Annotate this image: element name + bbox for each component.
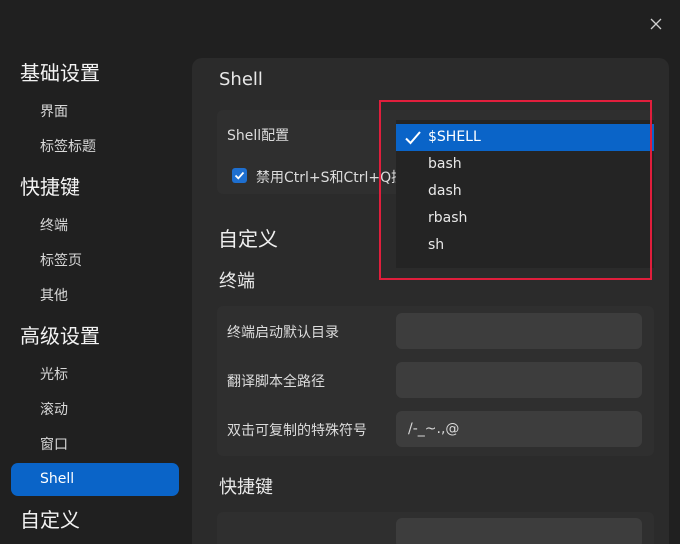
sidebar-group-custom: 自定义: [20, 508, 80, 532]
terminal-heading: 终端: [219, 271, 255, 292]
sidebar-item-terminal[interactable]: 终端: [40, 215, 68, 237]
shortcut-heading: 快捷键: [219, 477, 273, 498]
dropdown-option-label: bash: [428, 156, 462, 172]
dropdown-option-bash[interactable]: bash: [396, 151, 654, 178]
default-dir-label: 终端启动默认目录: [227, 325, 339, 341]
close-button[interactable]: [646, 14, 666, 34]
dropdown-option-label: rbash: [428, 210, 468, 226]
translate-script-label: 翻译脚本全路径: [227, 374, 325, 390]
sidebar-item-tab-title[interactable]: 标签标题: [40, 136, 96, 158]
dropdown-option-sh[interactable]: sh: [396, 232, 654, 259]
dropdown-option-dash[interactable]: dash: [396, 178, 654, 205]
shell-config-label: Shell配置: [227, 128, 290, 144]
check-icon: [405, 131, 421, 145]
shell-dropdown-menu: $SHELL bash dash rbash sh: [396, 120, 654, 268]
special-chars-label: 双击可复制的特殊符号: [227, 423, 367, 439]
close-icon: [650, 18, 662, 30]
checkbox-icon: [234, 171, 245, 180]
sidebar-group-shortcuts: 快捷键: [20, 175, 80, 199]
disable-ctrl-checkbox[interactable]: [232, 168, 247, 183]
sidebar-group-advanced: 高级设置: [20, 324, 100, 348]
dropdown-option-label: sh: [428, 237, 445, 253]
disable-ctrl-label: 禁用Ctrl+S和Ctrl+Q控: [256, 170, 398, 186]
sidebar-item-scroll[interactable]: 滚动: [40, 399, 68, 421]
dropdown-option-label: dash: [428, 183, 462, 199]
dropdown-option-rbash[interactable]: rbash: [396, 205, 654, 232]
custom-heading: 自定义: [218, 227, 278, 251]
sidebar: 基础设置 界面 标签标题 快捷键 终端 标签页 其他 高级设置 光标 滚动 窗口…: [0, 0, 190, 544]
default-dir-input[interactable]: [396, 313, 642, 349]
dropdown-option-shell[interactable]: $SHELL: [396, 124, 654, 151]
sidebar-item-interface[interactable]: 界面: [40, 101, 68, 123]
sidebar-item-shell[interactable]: Shell: [11, 463, 179, 496]
dropdown-option-label: $SHELL: [428, 129, 481, 145]
translate-script-input[interactable]: [396, 362, 642, 398]
sidebar-item-other[interactable]: 其他: [40, 285, 68, 307]
sidebar-item-tabs[interactable]: 标签页: [40, 250, 82, 272]
special-chars-input[interactable]: [396, 411, 642, 447]
sidebar-item-cursor[interactable]: 光标: [40, 364, 68, 386]
shortcut-input[interactable]: [396, 518, 642, 544]
sidebar-group-basic: 基础设置: [20, 61, 100, 85]
page-title: Shell: [219, 69, 263, 90]
sidebar-item-window[interactable]: 窗口: [40, 434, 68, 456]
